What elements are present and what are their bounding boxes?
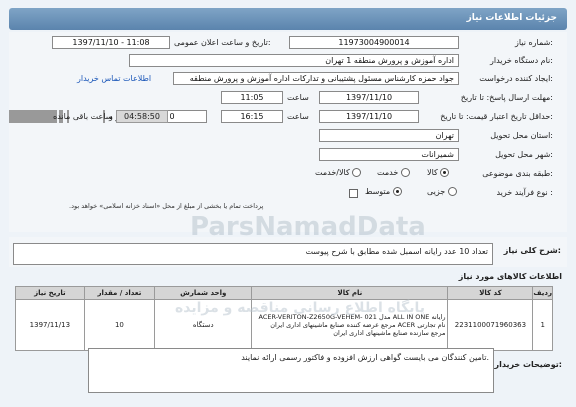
need-desc-text: تعداد 10 عدد رایانه اسمبل شده مطابق با ش… (305, 247, 488, 256)
province-label: استان محل تحویل: (490, 131, 553, 140)
category-option-goods[interactable]: کالا (427, 168, 450, 177)
creator-label: ایجاد کننده درخواست: (479, 74, 553, 83)
province-field: تهران (319, 129, 459, 142)
reply-time-label: ساعت (287, 93, 309, 102)
process-option-medium[interactable]: متوسط (365, 187, 402, 196)
col-row: ردیف (532, 286, 553, 300)
category-option-both[interactable]: کالا/خدمت (315, 168, 362, 177)
announce-field: 1397/11/10 - 11:08 (52, 36, 170, 49)
cell-qty: 10 (83, 299, 156, 351)
process-option-minor[interactable]: جزیی (427, 187, 457, 196)
radio-selected-icon[interactable] (392, 187, 402, 196)
need-number-field: 11973004900014 (289, 36, 459, 49)
col-code: کد کالا (447, 286, 534, 300)
remaining-label: ساعت باقی مانده (53, 112, 113, 121)
radio-icon[interactable] (352, 168, 362, 177)
treasury-note: پرداخت تمام یا بخشی از مبلغ از محل «اسنا… (69, 202, 264, 210)
cell-unit: دستگاه (154, 299, 253, 351)
cell-code: 2231100071960363 (447, 299, 534, 351)
buyer-org-label: نام دستگاه خریدار: (489, 56, 553, 65)
announce-label: تاریخ و ساعت اعلان عمومی: (174, 38, 271, 47)
radio-icon[interactable] (447, 187, 457, 196)
goods-table: تاریخ نیاز تعداد / مقدار واحد شمارش نام … (15, 286, 553, 351)
col-date: تاریخ نیاز (15, 286, 85, 300)
reply-deadline-label: مهلت ارسال پاسخ: تا تاریخ: (460, 93, 553, 102)
buyer-notes-field: تامین کنندگان می بایست گواهی ارزش افزوده… (88, 348, 494, 393)
goods-title: اطلاعات کالاهای مورد نیاز (458, 272, 562, 281)
col-unit: واحد شمارش (154, 286, 253, 300)
col-name: نام کالا (251, 286, 449, 300)
goods-table-header: تاریخ نیاز تعداد / مقدار واحد شمارش نام … (15, 286, 553, 300)
radio-icon[interactable] (400, 168, 410, 177)
page-header: جزئیات اطلاعات نیاز (9, 8, 567, 30)
col-qty: تعداد / مقدار (83, 286, 156, 300)
remaining-time-field: 04:58:50 (116, 110, 168, 123)
buyer-notes-text: تامین کنندگان می بایست گواهی ارزش افزوده… (241, 353, 489, 362)
reply-date-field: 1397/11/10 (319, 91, 419, 104)
buyer-org-field: اداره آموزش و پرورش منطقه 1 تهران (129, 54, 459, 67)
need-desc-field: تعداد 10 عدد رایانه اسمبل شده مطابق با ش… (13, 243, 493, 265)
city-field: شمیرانات (319, 148, 459, 161)
treasury-checkbox[interactable] (349, 189, 358, 198)
reply-time-field: 11:05 (221, 91, 283, 104)
page-title: جزئیات اطلاعات نیاز (466, 13, 557, 23)
table-row: 1397/11/13 10 دستگاه رایانه ALL IN ONE م… (15, 299, 553, 351)
category-option-service[interactable]: خدمت (377, 168, 410, 177)
cell-row: 1 (532, 299, 553, 351)
need-desc-label: شرح کلی نیاز: (503, 246, 561, 255)
validity-time-field: 16:15 (221, 110, 283, 123)
validity-label: حداقل تاریخ اعتبار قیمت: تا تاریخ: (440, 112, 553, 121)
city-label: شهر محل تحویل: (495, 150, 553, 159)
details-panel: شماره نیاز: 11973004900014 تاریخ و ساعت … (9, 32, 567, 232)
buyer-notes-label: توضیحات خریدار: (494, 360, 562, 369)
radio-selected-icon[interactable] (440, 168, 450, 177)
process-label: نوع فرآیند خرید : (496, 188, 553, 197)
validity-date-field: 1397/11/10 (319, 110, 419, 123)
cell-name: رایانه ALL IN ONE مدل ACER-VERITON-Z2650… (251, 299, 449, 351)
creator-field: جواد حمزه کارشناس مسئول پشتیبانی و تدارک… (173, 72, 459, 85)
category-label: طبقه بندی موضوعی: (482, 169, 553, 178)
buyer-contact-link[interactable]: اطلاعات تماس خریدار (77, 74, 151, 83)
validity-time-label: ساعت (287, 112, 309, 121)
need-number-label: شماره نیاز: (514, 38, 553, 47)
cell-date: 1397/11/13 (15, 299, 85, 351)
